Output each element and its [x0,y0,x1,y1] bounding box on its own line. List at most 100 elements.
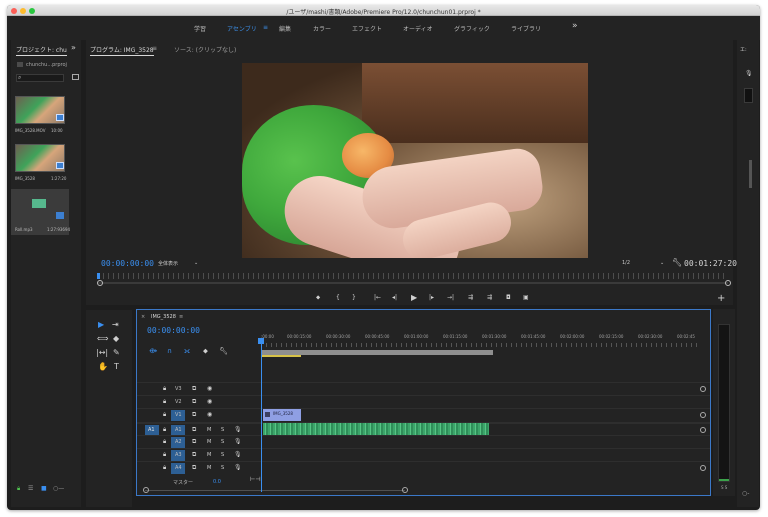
workspace-menu-icon[interactable]: ≡ [263,24,268,31]
mute-button[interactable]: M [207,427,211,433]
sync-lock-icon[interactable]: ⧉ [192,411,196,419]
workspace-tab-color[interactable]: カラー [313,24,331,33]
linked-selection-icon[interactable]: ⟗ [184,347,190,356]
workspace-tab-libraries[interactable]: ライブラリ [511,24,541,33]
sync-lock-icon[interactable]: ⧉ [192,464,196,472]
workspace-tab-learn[interactable]: 学習 [194,24,206,33]
export-frame-button[interactable]: ◘ [506,294,511,301]
zoom-slider-icon[interactable]: ○- [742,490,749,497]
add-marker-button[interactable]: ⬥ [316,294,320,302]
wrench-icon[interactable]: 🔧︎ [672,258,682,267]
scrollbar-handle[interactable] [700,465,706,471]
program-tab[interactable]: プログラム: IMG_3528 [90,45,154,56]
scrollbar-handle[interactable] [700,427,706,433]
workspace-tab-graphics[interactable]: グラフィック [454,24,490,33]
sequence-tab[interactable]: IMG_3528 [151,314,176,320]
playhead-handle[interactable] [258,338,264,344]
lock-icon[interactable]: 🔒︎ [163,438,166,446]
scrollbar-handle[interactable] [700,412,706,418]
mute-button[interactable]: M [207,439,211,445]
lock-icon[interactable]: 🔒︎ [17,485,20,493]
sync-lock-icon[interactable]: ⧉ [192,438,196,446]
sync-lock-icon[interactable]: ⧉ [192,385,196,393]
scrollbar-handle[interactable] [402,487,408,493]
timeline-zoom-scrollbar[interactable] [145,490,405,491]
mark-in-button[interactable]: { [336,294,340,301]
play-button[interactable]: ▶ [411,293,417,302]
microphone-icon[interactable]: 🎙︎ [234,426,242,433]
sync-lock-icon[interactable]: ⧉ [192,426,196,434]
solo-button[interactable]: S [221,452,224,458]
new-bin-icon[interactable] [72,74,79,80]
chevron-down-icon[interactable]: ⌄ [194,260,198,266]
timeline-video-clip[interactable]: IMG_3528 [263,409,301,421]
panel-menu-icon[interactable]: ≡ [152,45,157,52]
nest-sequence-icon[interactable]: ⟴ [149,347,157,355]
playhead-timecode[interactable]: 00:00:00:00 [101,259,154,268]
sync-lock-icon[interactable]: ⧉ [192,398,196,406]
panel-box[interactable] [744,88,753,103]
scrollbar-handle[interactable] [143,487,149,493]
solo-button[interactable]: S [221,439,224,445]
lock-icon[interactable]: 🔒︎ [163,411,166,419]
mute-button[interactable]: M [207,465,211,471]
microphone-icon[interactable]: 🎙︎ [234,451,242,458]
program-zoom-scrollbar[interactable] [98,282,728,284]
solo-button[interactable]: S [221,465,224,471]
lift-button[interactable]: ⇶ [468,294,473,301]
snap-icon[interactable]: ∩ [167,347,172,355]
track-select-tool-icon[interactable]: ⇥ [112,320,119,329]
resolution-select[interactable]: 1/2 [622,260,630,266]
button-editor-add-button[interactable]: + [717,293,725,304]
timeline-playhead[interactable] [261,340,262,492]
master-volume-value[interactable]: 0.0 [213,479,221,485]
mark-out-button[interactable]: } [352,294,356,301]
scrollbar-handle[interactable] [97,280,103,286]
razor-tool-icon[interactable]: ◆ [113,334,119,343]
lock-icon[interactable]: 🔒︎ [163,451,166,459]
workspace-tab-assembly[interactable]: アセンブリ [227,24,257,33]
program-playhead[interactable] [97,273,100,279]
microphone-icon[interactable]: 🎙︎ [745,70,753,77]
scrollbar-handle[interactable] [749,160,752,188]
panel-menu-icon[interactable]: ≡ [179,314,183,320]
timeline-ruler[interactable]: :00:00 00:00:15:00 00:00:30:00 00:00:45:… [261,334,701,350]
source-tab[interactable]: ソース: (クリップなし) [174,45,236,54]
go-to-end-icon[interactable]: ⊢⊣ [250,476,260,483]
timeline-timecode[interactable]: 00:00:00:00 [147,326,200,335]
mute-button[interactable]: M [207,452,211,458]
zoom-slider-icon[interactable]: ○— [53,485,64,492]
video-preview[interactable] [242,63,588,258]
selection-tool-icon[interactable]: ▶ [98,320,104,329]
scrollbar-handle[interactable] [700,386,706,392]
project-search-input[interactable] [16,74,64,82]
microphone-icon[interactable]: 🎙︎ [234,438,242,445]
close-icon[interactable]: × [141,314,145,320]
comparison-view-button[interactable]: ▣ [523,294,529,301]
sync-lock-icon[interactable]: ⧉ [192,451,196,459]
workspace-tab-audio[interactable]: オーディオ [403,24,433,33]
project-tab[interactable]: プロジェクト: chu [16,45,67,56]
go-to-in-button[interactable]: |← [374,294,381,301]
eye-icon[interactable]: ◉ [207,385,212,392]
scrollbar-handle[interactable] [725,280,731,286]
list-view-icon[interactable]: ☰ [28,485,33,492]
eye-icon[interactable]: ◉ [207,398,212,405]
lock-icon[interactable]: 🔒︎ [163,398,166,406]
lock-icon[interactable]: 🔒︎ [163,385,166,393]
add-marker-icon[interactable]: ⬥ [203,347,208,356]
solo-button[interactable]: S [221,427,224,433]
panel-more-button[interactable]: » [71,43,76,52]
lock-icon[interactable]: 🔒︎ [163,426,166,434]
program-time-ruler[interactable] [98,273,728,279]
ripple-edit-tool-icon[interactable]: ⟺ [97,334,108,343]
lock-icon[interactable]: 🔒︎ [163,464,166,472]
type-tool-icon[interactable]: T [114,362,119,371]
microphone-icon[interactable]: 🎙︎ [234,464,242,471]
workspace-tab-effects[interactable]: エフェクト [352,24,382,33]
hand-tool-icon[interactable]: ✋ [98,362,108,371]
slip-tool-icon[interactable]: |↔| [96,348,108,357]
icon-view-icon[interactable]: ■ [41,485,47,492]
eye-icon[interactable]: ◉ [207,411,212,418]
solo-label[interactable]: S S [721,485,727,490]
